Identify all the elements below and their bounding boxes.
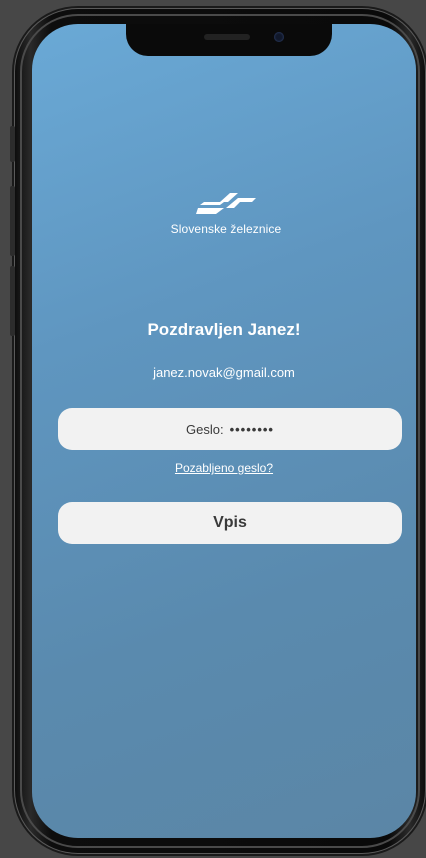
user-email: janez.novak@gmail.com [153,365,295,380]
speaker-grille [204,34,250,40]
brand-logo: Slovenske železnice [166,190,286,236]
front-camera [274,32,284,42]
volume-down-button [10,266,15,336]
app-screen: Slovenske železnice Pozdravljen Janez! j… [32,24,416,838]
brand-name: Slovenske železnice [170,222,282,236]
slovenske-zeleznice-logo-icon [196,193,256,214]
forgot-password-link[interactable]: Pozabljeno geslo? [175,461,273,475]
volume-up-button [10,186,15,256]
password-label: Geslo: [186,421,224,437]
canvas: Slovenske železnice Pozdravljen Janez! j… [0,0,426,858]
login-button[interactable]: Vpis [58,502,402,544]
forgot-password-row: Pozabljeno geslo? [32,461,416,475]
notch [126,24,332,56]
password-field[interactable]: Geslo: •••••••• [58,408,402,450]
greeting-title: Pozdravljen Janez! [147,320,301,339]
password-mask: •••••••• [229,421,274,437]
mute-switch [10,126,15,162]
